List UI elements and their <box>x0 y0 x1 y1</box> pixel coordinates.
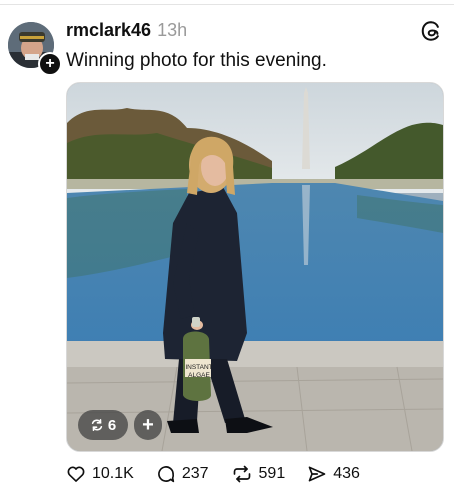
post-header: rmclark46 13h <box>66 20 187 41</box>
reply-button[interactable]: 237 <box>156 464 209 484</box>
heart-icon <box>67 466 85 482</box>
jug-label: INSTANT ALGAE <box>185 364 212 379</box>
media-plus-button[interactable]: + <box>134 410 162 440</box>
top-divider <box>0 4 454 5</box>
repost-icon <box>233 465 250 483</box>
jug-label-line2: ALGAE <box>188 372 210 379</box>
avatar-container[interactable]: + <box>8 22 62 76</box>
share-button[interactable]: 436 <box>307 464 360 484</box>
repost-button[interactable]: 591 <box>231 464 286 484</box>
jug-label-line1: INSTANT <box>185 364 212 371</box>
send-icon <box>308 466 326 482</box>
repost-small-icon <box>91 418 102 432</box>
action-bar: 10.1K 237 591 436 <box>66 464 360 484</box>
username[interactable]: rmclark46 <box>66 20 151 41</box>
media-count: 6 <box>107 416 117 434</box>
post-caption: Winning photo for this evening. <box>66 50 327 71</box>
like-count: 10.1K <box>92 465 134 482</box>
reply-count: 237 <box>181 465 209 482</box>
timestamp: 13h <box>157 20 188 40</box>
media-count-chip[interactable]: 6 <box>78 410 128 440</box>
follow-plus-icon[interactable]: + <box>38 52 62 76</box>
comment-icon <box>157 466 174 483</box>
like-button[interactable]: 10.1K <box>66 464 134 484</box>
threads-icon[interactable] <box>420 20 442 42</box>
repost-count: 591 <box>258 465 286 482</box>
share-count: 436 <box>333 465 360 482</box>
post-photo[interactable] <box>66 82 444 452</box>
